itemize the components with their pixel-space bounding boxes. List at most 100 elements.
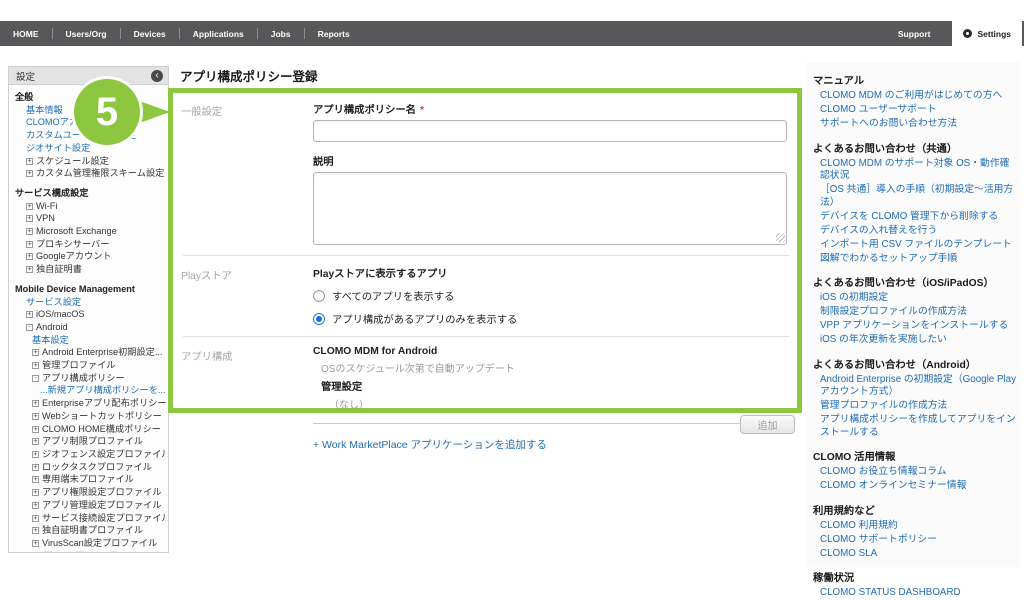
sidebar-item-label: アプリ制限プロファイル (42, 436, 143, 446)
expand-icon[interactable]: + (26, 241, 33, 248)
description-textarea[interactable] (313, 172, 787, 245)
radio-show-all-apps[interactable]: すべてのアプリを表示する (313, 288, 787, 303)
sidebar-item[interactable]: サービス設定 (15, 296, 166, 309)
sidebar-item-label: Microsoft Exchange (36, 226, 117, 236)
expand-icon[interactable]: + (26, 253, 33, 260)
help-link[interactable]: 図解でわかるセットアップ手順 (813, 253, 1016, 266)
sidebar-item[interactable]: +Enterpriseアプリ配布ポリシー (15, 397, 166, 410)
sidebar-item[interactable]: 基本設定 (15, 334, 166, 347)
nav-item-jobs[interactable]: Jobs (258, 29, 304, 39)
help-link[interactable]: CLOMO 利用規約 (813, 520, 1016, 533)
expand-icon[interactable]: + (26, 215, 33, 222)
collapse-icon[interactable]: - (32, 375, 39, 382)
nav-settings-tab[interactable]: Settings (952, 21, 1022, 46)
expand-icon[interactable]: + (32, 540, 39, 547)
help-link[interactable]: Android Enterprise の初期設定（Google Play アカウ… (813, 374, 1016, 399)
sidebar-item[interactable]: +ジオフェンス設定プロファイル (15, 448, 166, 461)
sidebar-item[interactable]: +独自証明書 (15, 263, 166, 276)
sidebar-item[interactable]: +プロキシサーバー (15, 238, 166, 251)
sidebar-item[interactable]: +アプリ権限設定プロファイル (15, 486, 166, 499)
expand-icon[interactable]: + (32, 413, 39, 420)
nav-item-users-org[interactable]: Users/Org (53, 29, 120, 39)
sidebar-item-label: カスタム管理権限スキーム設定 (36, 168, 164, 178)
expand-icon[interactable]: + (32, 426, 39, 433)
help-link[interactable]: CLOMO STATUS DASHBOARD (813, 587, 1016, 600)
expand-icon[interactable]: + (26, 228, 33, 235)
sidebar-item[interactable]: -Android (15, 321, 166, 334)
expand-icon[interactable]: + (32, 349, 39, 356)
sidebar-item[interactable]: +Microsoft Exchange (15, 225, 166, 238)
sidebar-item[interactable]: +iOS/macOS (15, 308, 166, 321)
help-link[interactable]: CLOMO サポートポリシー (813, 534, 1016, 547)
expand-icon[interactable]: + (32, 489, 39, 496)
expand-icon[interactable]: + (26, 170, 33, 177)
sidebar-item[interactable]: +スケジュール設定 (15, 155, 166, 168)
nav-item-devices[interactable]: Devices (121, 29, 179, 39)
sidebar-item[interactable]: -アプリ構成ポリシー (15, 372, 166, 385)
sidebar-item[interactable]: +ロックタスクプロファイル (15, 461, 166, 474)
expand-icon[interactable]: + (32, 527, 39, 534)
add-workmarketplace-app-link[interactable]: + Work MarketPlace アプリケーションを追加する (313, 437, 547, 452)
nav-item-home[interactable]: HOME (0, 29, 52, 39)
sidebar-item[interactable]: +Android Enterprise初期設定... (15, 346, 166, 359)
sidebar-item[interactable]: +VirusScan設定プロファイル (15, 537, 166, 550)
help-link[interactable]: iOS の初期設定 (813, 292, 1016, 305)
textarea-resize-handle[interactable] (776, 233, 785, 242)
collapse-icon[interactable]: - (26, 324, 33, 331)
sidebar-item[interactable]: +カスタム管理権限スキーム設定 (15, 167, 166, 180)
sidebar-item[interactable]: ...新規アプリ構成ポリシーを... (15, 384, 166, 397)
sidebar-item[interactable]: +Webショートカットポリシー (15, 410, 166, 423)
help-link[interactable]: CLOMO オンラインセミナー情報 (813, 480, 1016, 493)
add-button[interactable]: 追加 (740, 415, 795, 434)
nav-item-applications[interactable]: Applications (180, 29, 257, 39)
sidebar-item[interactable]: +Wi-Fi (15, 200, 166, 213)
expand-icon[interactable]: + (32, 362, 39, 369)
expand-icon[interactable]: + (32, 515, 39, 522)
nav-item-support[interactable]: Support (876, 29, 953, 39)
help-link[interactable]: アプリ構成ポリシーを作成してアプリをインストールする (813, 414, 1016, 439)
sidebar-item[interactable]: +Googleアカウント (15, 250, 166, 263)
policy-name-input[interactable] (313, 120, 787, 142)
sidebar-item-label: ----- 旧OS、旧Agent用 ----- (26, 551, 136, 553)
expand-icon[interactable]: + (26, 311, 33, 318)
sidebar-item[interactable]: +独自証明書プロファイル (15, 524, 166, 537)
help-link[interactable]: サポートへのお問い合わせ方法 (813, 118, 1016, 131)
nav-item-reports[interactable]: Reports (305, 29, 363, 39)
sidebar-item-label: Wi-Fi (36, 201, 57, 211)
help-link[interactable]: インポート用 CSV ファイルのテンプレート (813, 239, 1016, 252)
sidebar-item[interactable]: +VPN (15, 212, 166, 225)
sidebar-item[interactable]: +管理プロファイル (15, 359, 166, 372)
radio-show-configured-apps[interactable]: アプリ構成があるアプリのみを表示する (313, 311, 787, 326)
help-link[interactable]: CLOMO MDM のサポート対象 OS・動作確認状況 (813, 158, 1016, 183)
expand-icon[interactable]: + (26, 203, 33, 210)
expand-icon[interactable]: + (26, 266, 33, 273)
sidebar-item[interactable]: ジオサイト設定 (15, 142, 166, 155)
expand-icon[interactable]: + (32, 438, 39, 445)
help-link[interactable]: 管理プロファイルの作成方法 (813, 400, 1016, 413)
sidebar-item[interactable]: +CLOMO HOME構成ポリシー (15, 423, 166, 436)
expand-icon[interactable]: + (32, 476, 39, 483)
help-link[interactable]: 制限設定プロファイルの作成方法 (813, 306, 1016, 319)
sidebar-item-label: Googleアカウント (36, 251, 112, 261)
help-link[interactable]: デバイスの入れ替えを行う (813, 225, 1016, 238)
sidebar-item[interactable]: +サービス接続設定プロファイル (15, 512, 166, 525)
form-highlight-box: 一般設定 アプリ構成ポリシー名* 説明 Playストア Playストアに表示する… (168, 88, 802, 413)
expand-icon[interactable]: + (26, 158, 33, 165)
help-link[interactable]: CLOMO SLA (813, 548, 1016, 561)
help-link[interactable]: VPP アプリケーションをインストールする (813, 320, 1016, 333)
sidebar-item[interactable]: +アプリ管理設定プロファイル (15, 499, 166, 512)
help-link[interactable]: CLOMO お役立ち情報コラム (813, 466, 1016, 479)
expand-icon[interactable]: + (32, 451, 39, 458)
expand-icon[interactable]: + (32, 502, 39, 509)
expand-icon[interactable]: + (32, 400, 39, 407)
sidebar-item[interactable]: +アプリ制限プロファイル (15, 435, 166, 448)
help-link[interactable]: CLOMO ユーザーサポート (813, 104, 1016, 117)
expand-icon[interactable]: + (32, 464, 39, 471)
help-link[interactable]: ［OS 共通］導入の手順（初期設定～活用方法） (813, 184, 1016, 209)
help-link[interactable]: CLOMO MDM のご利用がはじめての方へ (813, 90, 1016, 103)
general-settings-row: 一般設定 アプリ構成ポリシー名* 説明 (181, 101, 789, 245)
sidebar-item[interactable]: +専用端末プロファイル (15, 473, 166, 486)
help-link[interactable]: デバイスを CLOMO 管理下から削除する (813, 211, 1016, 224)
sidebar-collapse-button[interactable]: ‹ (151, 70, 163, 82)
help-link[interactable]: iOS の年次更新を実施したい (813, 334, 1016, 347)
